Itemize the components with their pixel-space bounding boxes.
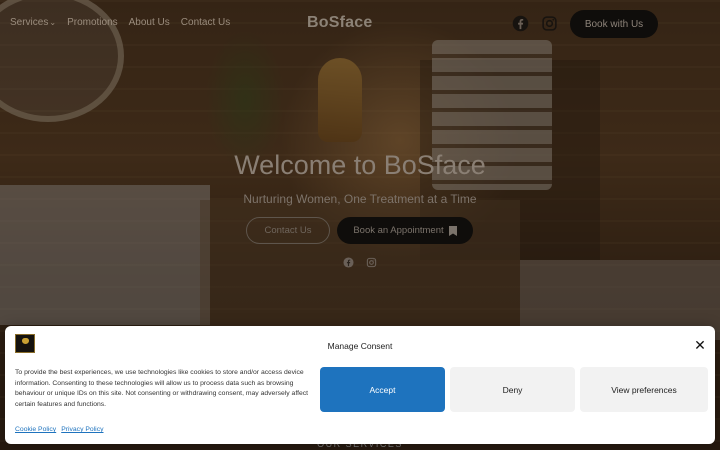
book-appointment-button[interactable]: Book an Appointment xyxy=(337,217,473,244)
policy-links: Cookie Policy Privacy Policy xyxy=(15,426,104,433)
contact-us-button[interactable]: Contact Us xyxy=(246,217,330,244)
nav-link-services[interactable]: Services⌄ xyxy=(10,17,56,28)
cookie-policy-link[interactable]: Cookie Policy xyxy=(15,426,56,433)
book-with-us-button[interactable]: Book with Us xyxy=(570,10,658,38)
hero-subtitle: Nurturing Women, One Treatment at a Time xyxy=(243,192,477,206)
bookmark-icon xyxy=(448,225,457,236)
privacy-policy-link[interactable]: Privacy Policy xyxy=(61,426,103,433)
deny-button[interactable]: Deny xyxy=(450,367,575,412)
instagram-icon[interactable] xyxy=(541,15,558,32)
book-appointment-label: Book an Appointment xyxy=(353,225,444,236)
nav-link-promotions[interactable]: Promotions xyxy=(67,17,118,28)
consent-body-text: To provide the best experiences, we use … xyxy=(15,369,309,408)
nav-links: Services⌄ Promotions About Us Contact Us xyxy=(10,17,230,28)
instagram-icon[interactable] xyxy=(366,257,377,268)
site-logo[interactable]: BoSface xyxy=(307,14,372,32)
accept-button[interactable]: Accept xyxy=(320,367,445,412)
nav-link-about[interactable]: About Us xyxy=(129,17,170,28)
view-preferences-button[interactable]: View preferences xyxy=(580,367,708,412)
nav-link-label: Services xyxy=(10,17,49,28)
close-icon[interactable]: ✕ xyxy=(693,338,707,352)
cookie-consent-banner: Manage Consent ✕ To provide the best exp… xyxy=(5,326,715,444)
consent-title: Manage Consent xyxy=(327,341,393,351)
facebook-icon[interactable] xyxy=(343,257,354,268)
hero-title: Welcome to BoSface xyxy=(234,150,486,180)
top-navigation: Services⌄ Promotions About Us Contact Us… xyxy=(0,0,720,48)
chevron-down-icon: ⌄ xyxy=(49,18,57,27)
nav-link-contact[interactable]: Contact Us xyxy=(181,17,230,28)
facebook-icon[interactable] xyxy=(512,15,529,32)
